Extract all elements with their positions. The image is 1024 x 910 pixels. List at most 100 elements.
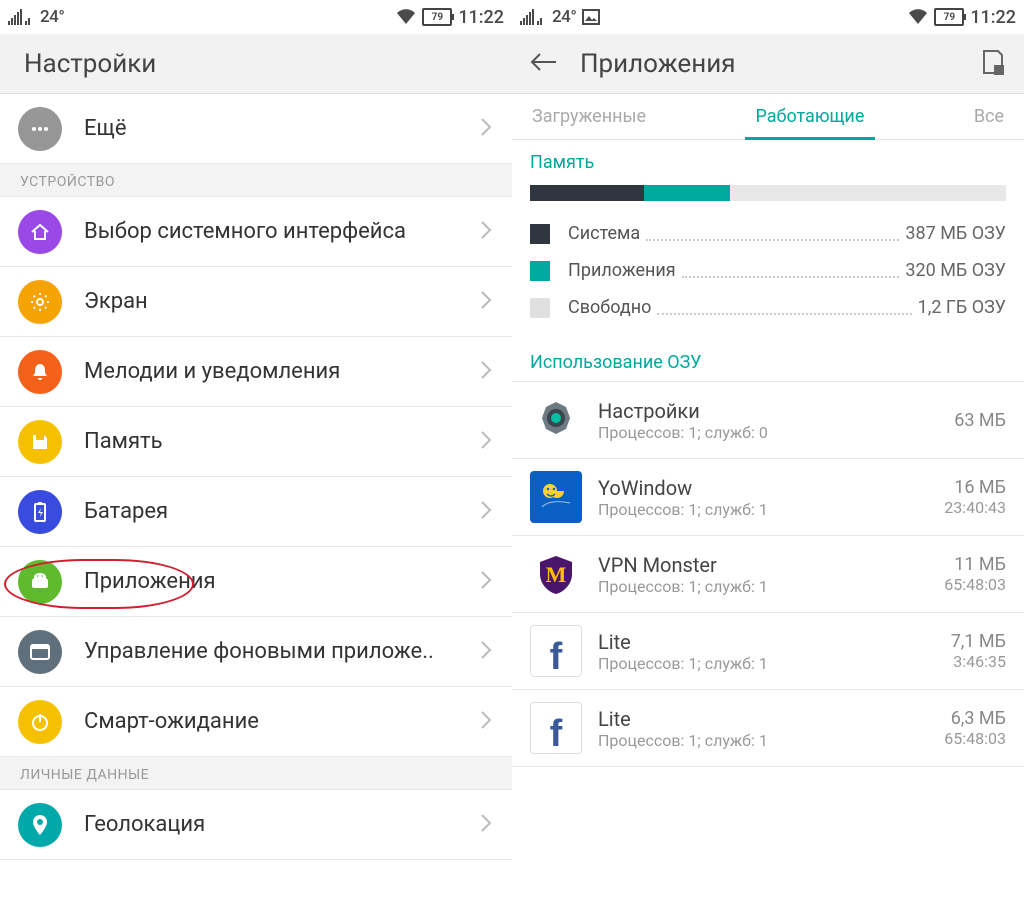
memory-bar-system [530,185,644,201]
picture-icon [582,9,600,25]
chevron-right-icon [480,290,492,314]
app-size: 6,3 МБ [944,708,1006,729]
android-icon [18,560,62,604]
row-apps[interactable]: Приложения [0,547,512,617]
page-title: Настройки [24,49,156,79]
swatch-apps [530,261,550,281]
app-size: 11 МБ [944,554,1006,575]
app-icon-vpn: M [530,548,582,600]
memory-label: Свободно [568,297,651,318]
chevron-right-icon [480,640,492,664]
app-row[interactable]: Настройки Процессов: 1; служб: 0 63 МБ [512,382,1024,459]
row-home-ui[interactable]: Выбор системного интерфейса [0,197,512,267]
app-sub: Процессов: 1; служб: 1 [598,577,928,596]
clock: 11:22 [458,7,504,28]
wifi-icon [396,9,416,25]
app-time: 65:48:03 [944,729,1006,748]
row-smart[interactable]: Смарт-ожидание [0,687,512,757]
row-label: Управление фоновыми приложе.. [84,639,472,664]
app-icon-facebook: f [530,625,582,677]
ram-usage-header: Использование ОЗУ [512,326,1024,381]
row-label: Приложения [84,569,472,594]
memory-label: Приложения [568,260,676,281]
chevron-right-icon [480,220,492,244]
bell-icon [18,350,62,394]
screen-apps: 24° 79 11:22 Приложения Загруженные Рабо… [512,0,1024,910]
section-personal: ЛИЧНЫЕ ДАННЫЕ [0,757,512,790]
app-row[interactable]: f Lite Процессов: 1; служб: 1 6,3 МБ 65:… [512,690,1024,767]
tab-running[interactable]: Работающие [666,94,954,139]
row-sound[interactable]: Мелодии и уведомления [0,337,512,407]
app-name: VPN Monster [598,553,928,577]
app-row[interactable]: f Lite Процессов: 1; служб: 1 7,1 МБ 3:4… [512,613,1024,690]
row-bg-apps[interactable]: Управление фоновыми приложе.. [0,617,512,687]
app-sub: Процессов: 1; служб: 1 [598,731,928,750]
status-bar: 24° 79 11:22 [512,0,1024,34]
settings-list[interactable]: Ещё УСТРОЙСТВО Выбор системного интерфей… [0,94,512,910]
app-time: 3:46:35 [951,652,1006,671]
signal-icon [520,9,544,25]
app-size: 63 МБ [954,410,1006,431]
status-bar: 24° 79 11:22 [0,0,512,34]
temperature: 24° [40,7,64,27]
app-row[interactable]: M VPN Monster Процессов: 1; служб: 1 11 … [512,536,1024,613]
memory-row-free: Свободно 1,2 ГБ ОЗУ [512,289,1024,326]
brightness-icon [18,280,62,324]
more-icon [18,107,62,151]
dots [657,301,911,315]
back-button[interactable] [522,44,564,84]
clock: 11:22 [970,7,1016,28]
chevron-right-icon [480,813,492,837]
app-row[interactable]: YoWindow Процессов: 1; служб: 1 16 МБ 23… [512,459,1024,536]
chevron-right-icon [480,500,492,524]
row-battery[interactable]: Батарея [0,477,512,547]
section-device: УСТРОЙСТВО [0,164,512,197]
tab-downloaded[interactable]: Загруженные [512,94,666,139]
svg-text:M: M [546,562,567,587]
memory-row-system: Система 387 МБ ОЗУ [512,215,1024,252]
dots [646,227,899,241]
title-bar: Настройки [0,34,512,94]
home-icon [18,210,62,254]
app-name: Настройки [598,399,938,423]
memory-bar [530,185,1006,201]
memory-value: 387 МБ ОЗУ [905,223,1006,244]
app-icon-yowindow [530,471,582,523]
app-sub: Процессов: 1; служб: 1 [598,500,928,519]
wifi-icon [908,9,928,25]
location-icon [18,803,62,847]
row-screen[interactable]: Экран [0,267,512,337]
app-size: 16 МБ [944,477,1006,498]
running-app-list: Настройки Процессов: 1; служб: 0 63 МБ Y… [512,381,1024,767]
chevron-right-icon [480,360,492,384]
memory-row-apps: Приложения 320 МБ ОЗУ [512,252,1024,289]
app-name: Lite [598,707,928,731]
running-content[interactable]: Память Система 387 МБ ОЗУ Приложения 320… [512,140,1024,910]
title-bar: Приложения [512,34,1024,94]
battery-icon: 79 [422,8,452,26]
row-label: Геолокация [84,812,472,837]
memory-bar-apps [644,185,730,201]
sdcard-icon[interactable] [976,43,1010,85]
row-label: Ещё [84,116,472,141]
row-memory[interactable]: Память [0,407,512,477]
row-geo[interactable]: Геолокация [0,790,512,860]
row-label: Мелодии и уведомления [84,359,472,384]
chevron-right-icon [480,117,492,141]
row-label: Батарея [84,499,472,524]
temperature: 24° [552,7,576,27]
tab-all[interactable]: Все [954,94,1024,139]
app-time: 65:48:03 [944,575,1006,594]
row-more[interactable]: Ещё [0,94,512,164]
swatch-free [530,298,550,318]
dots [682,264,900,278]
app-sub: Процессов: 1; служб: 0 [598,423,938,442]
chevron-right-icon [480,710,492,734]
row-label: Выбор системного интерфейса [84,219,472,244]
memory-label: Система [568,223,640,244]
app-name: Lite [598,630,935,654]
app-size: 7,1 МБ [951,631,1006,652]
battery-icon: 79 [934,8,964,26]
app-icon-facebook: f [530,702,582,754]
page-title: Приложения [580,49,960,79]
